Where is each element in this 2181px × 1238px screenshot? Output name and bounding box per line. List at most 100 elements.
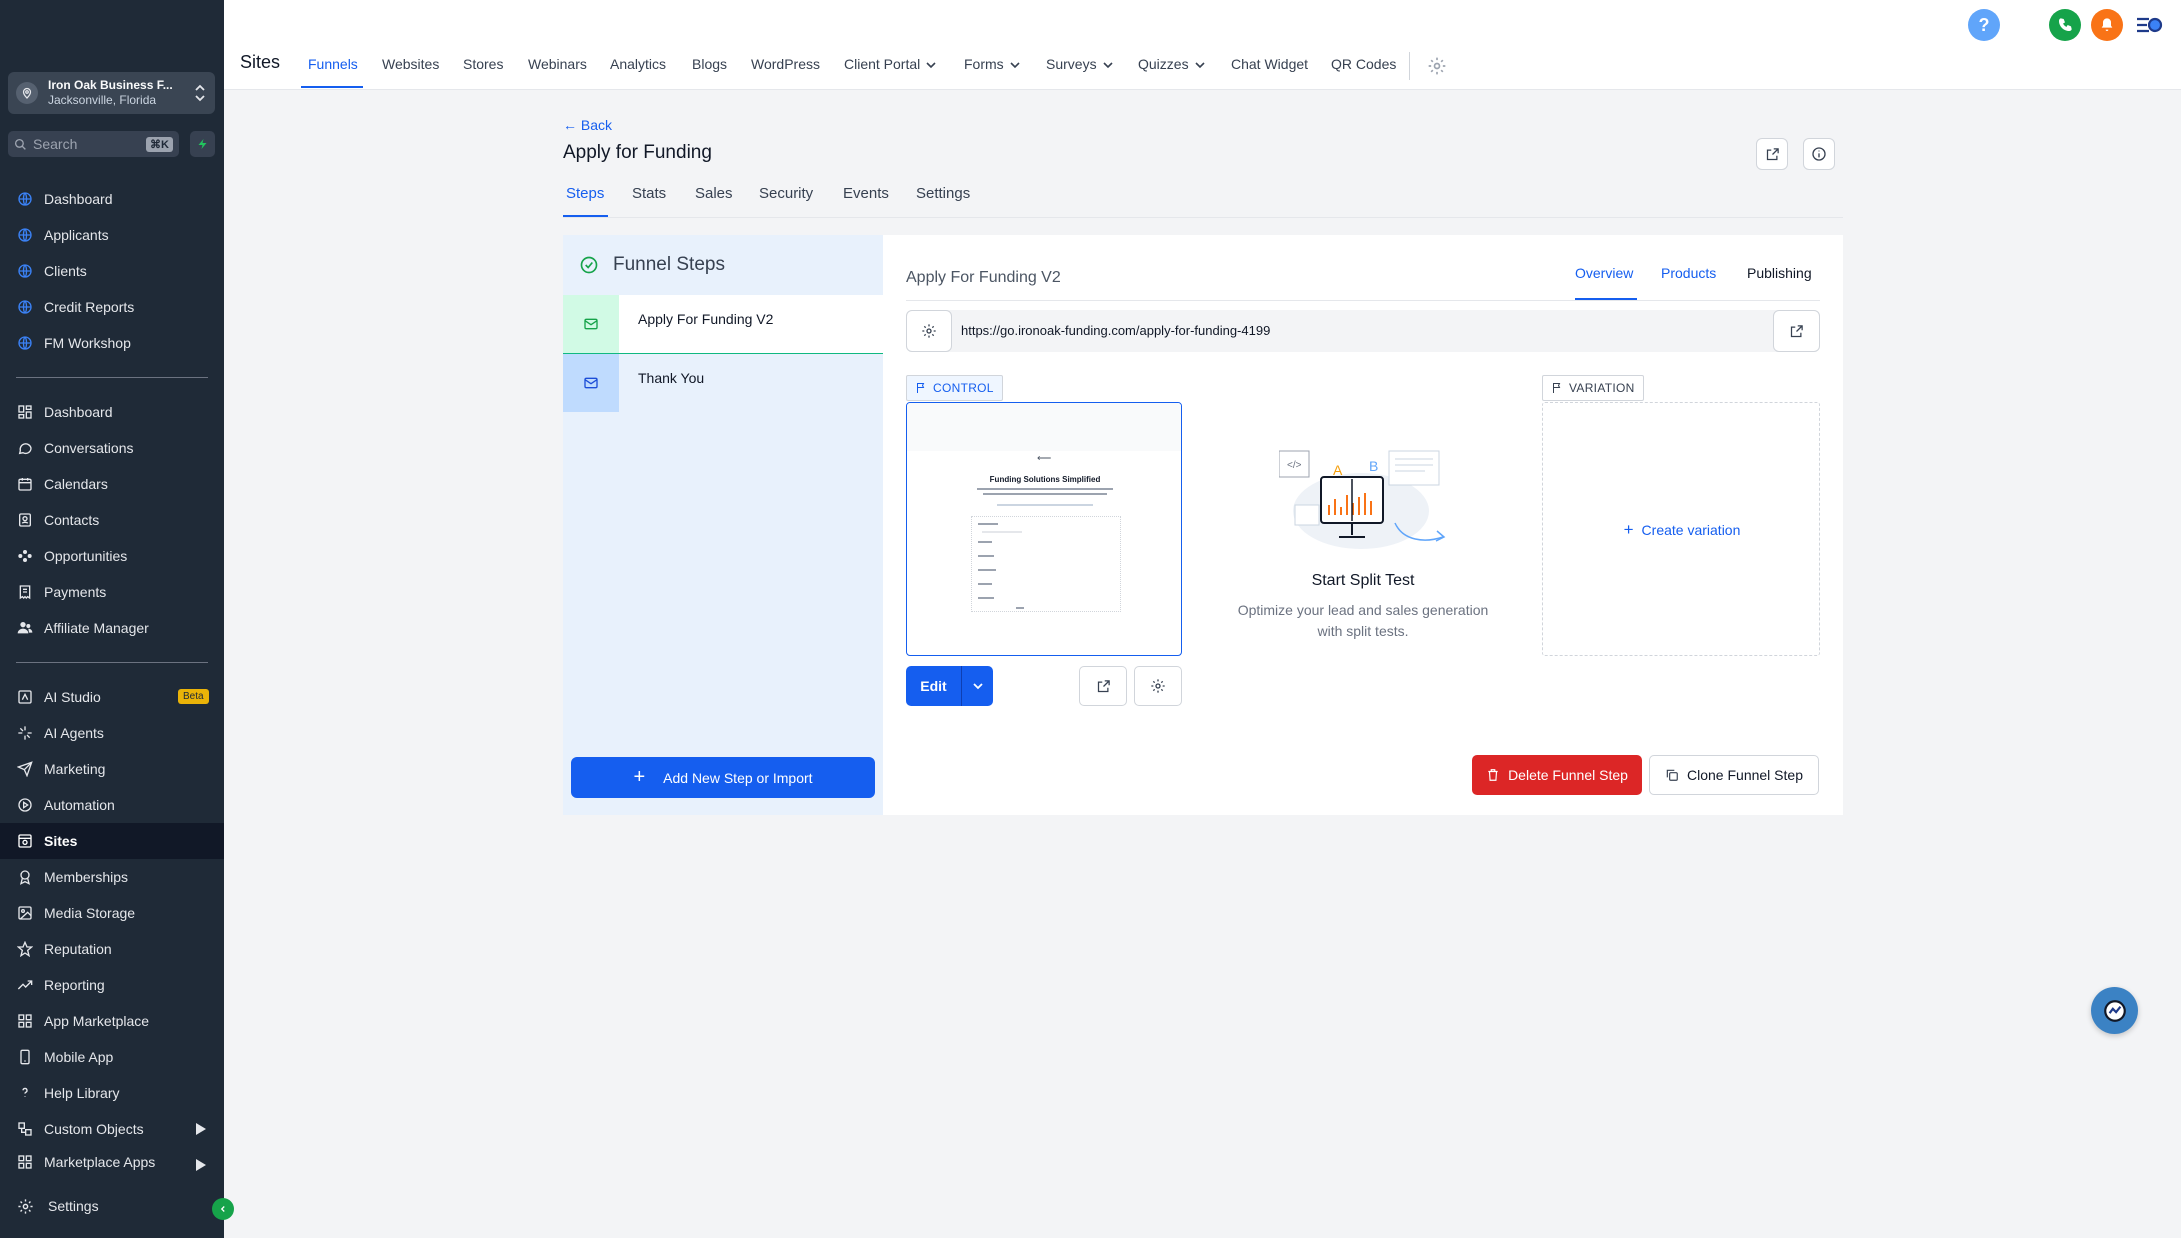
tab-funnels[interactable]: Funnels [308,56,358,72]
variation-tag: VARIATION [1542,375,1644,401]
sidebar-item-reputation[interactable]: Reputation [0,931,224,967]
toolbar-divider [1409,52,1410,80]
sidebar-item-affiliate-manager[interactable]: Affiliate Manager [0,610,224,646]
tab-security[interactable]: Security [759,185,813,202]
sidebar-item-ai-agents[interactable]: AI Agents [0,715,224,751]
tab-webinars[interactable]: Webinars [528,56,587,72]
sidebar-item-help-library[interactable]: Help Library [0,1075,224,1111]
active-tab-indicator [301,86,363,88]
tab-chat-widget[interactable]: Chat Widget [1231,56,1308,72]
section-title: Sites [240,52,281,72]
sidebar-item-marketplace-apps[interactable]: Marketplace Apps [0,1147,224,1177]
sidebar-item-custom-objects[interactable]: Custom Objects [0,1111,224,1147]
tab-products[interactable]: Products [1661,265,1716,281]
preview-external-button[interactable] [1079,666,1127,706]
gear-icon [1151,679,1165,693]
tab-steps[interactable]: Steps [566,185,604,202]
sidebar-item-conversations[interactable]: Conversations [0,430,224,466]
tab-quizzes[interactable]: Quizzes [1138,56,1205,72]
step-detail-title: Apply For Funding V2 [906,269,1061,286]
tab-label: Client Portal [844,56,921,72]
phone-button[interactable] [2049,9,2081,41]
sidebar-item-marketing[interactable]: Marketing [0,751,224,787]
open-url-button[interactable] [1773,310,1820,352]
tab-analytics[interactable]: Analytics [610,56,666,72]
sidebar-item-dashboard-pinned[interactable]: Dashboard [0,181,224,217]
step-label: Thank You [638,370,705,386]
split-test-illustration: </> A B [1279,450,1446,549]
tab-websites[interactable]: Websites [382,56,439,72]
send-icon [16,760,34,778]
tab-forms[interactable]: Forms [964,56,1020,72]
funnel-step-row[interactable]: Apply For Funding V2 [563,295,883,353]
trash-icon [1488,769,1498,781]
expand-arrow-icon[interactable] [196,1159,206,1171]
sidebar-item-applicants[interactable]: Applicants [0,217,224,253]
page-settings-button[interactable] [1134,666,1182,706]
sidebar-item-contacts[interactable]: Contacts [0,502,224,538]
info-button[interactable] [1803,138,1835,170]
sidebar-item-fm-workshop[interactable]: FM Workshop [0,325,224,361]
mail-icon [584,318,598,330]
open-external-button[interactable] [1756,138,1788,170]
sidebar-item-dashboard[interactable]: Dashboard [0,394,224,430]
edit-button[interactable]: Edit [906,666,961,706]
back-link[interactable]: ← Back [563,117,612,133]
notifications-button[interactable] [2091,9,2123,41]
tab-label: Quizzes [1138,56,1189,72]
sidebar-item-reporting[interactable]: Reporting [0,967,224,1003]
sidebar-item-payments[interactable]: Payments [0,574,224,610]
sidebar-item-label: AI Studio [44,689,101,705]
sidebar-item-settings[interactable]: Settings [0,1188,224,1224]
tab-wordpress[interactable]: WordPress [751,56,820,72]
tab-client-portal[interactable]: Client Portal [844,56,936,72]
sidebar-item-memberships[interactable]: Memberships [0,859,224,895]
sidebar-item-mobile-app[interactable]: Mobile App [0,1039,224,1075]
sidebar-item-label: Help Library [44,1085,120,1101]
variation-slot: + Create variation [1542,402,1820,656]
create-variation-button[interactable]: + Create variation [1543,403,1821,657]
quick-action-button[interactable] [190,131,215,157]
chat-launcher-button[interactable] [2091,987,2138,1034]
sidebar-item-calendars[interactable]: Calendars [0,466,224,502]
add-step-button[interactable]: + Add New Step or Import [571,757,875,798]
tab-qr-codes[interactable]: QR Codes [1331,56,1396,72]
sidebar-item-app-marketplace[interactable]: App Marketplace [0,1003,224,1039]
step-url[interactable]: https://go.ironoak-funding.com/apply-for… [961,323,1270,338]
sidebar-item-media-storage[interactable]: Media Storage [0,895,224,931]
chevron-down-icon [1010,62,1020,69]
tab-sales[interactable]: Sales [695,185,733,202]
preview-logo-icon: ⟵ [1037,453,1052,464]
funnel-step-row[interactable]: Thank You [563,354,883,412]
sidebar-item-credit-reports[interactable]: Credit Reports [0,289,224,325]
clone-funnel-step-button[interactable]: Clone Funnel Step [1649,755,1819,795]
chevron-down-icon [972,683,983,690]
tab-overview[interactable]: Overview [1575,265,1633,281]
expand-arrow-icon[interactable] [196,1123,206,1135]
delete-funnel-step-button[interactable]: Delete Funnel Step [1472,755,1642,795]
account-switcher[interactable]: Iron Oak Business F... Jacksonville, Flo… [8,72,215,114]
tab-stores[interactable]: Stores [463,56,503,72]
award-icon [16,868,34,886]
sidebar-item-clients[interactable]: Clients [0,253,224,289]
tab-stats[interactable]: Stats [632,185,666,202]
sidebar-item-sites[interactable]: Sites [0,823,224,859]
flag-icon [917,383,925,393]
gear-icon[interactable] [1427,56,1447,76]
sidebar-item-opportunities[interactable]: Opportunities [0,538,224,574]
tab-settings[interactable]: Settings [916,185,970,202]
globe-icon [16,298,34,316]
collapse-sidebar-button[interactable] [212,1198,234,1220]
sidebar-search[interactable]: Search ⌘K [8,131,179,157]
tab-publishing[interactable]: Publishing [1747,265,1812,281]
edit-options-dropdown[interactable] [962,666,993,706]
help-button[interactable]: ? [1968,9,2000,41]
variation-label: VARIATION [1569,381,1635,395]
updates-button[interactable] [2134,12,2164,38]
url-settings-button[interactable] [906,310,952,352]
tab-events[interactable]: Events [843,185,889,202]
page-preview-thumbnail[interactable]: ⟵ Funding Solutions Simplified [906,402,1182,656]
sidebar-item-automation[interactable]: Automation [0,787,224,823]
tab-surveys[interactable]: Surveys [1046,56,1113,72]
tab-blogs[interactable]: Blogs [692,56,727,72]
